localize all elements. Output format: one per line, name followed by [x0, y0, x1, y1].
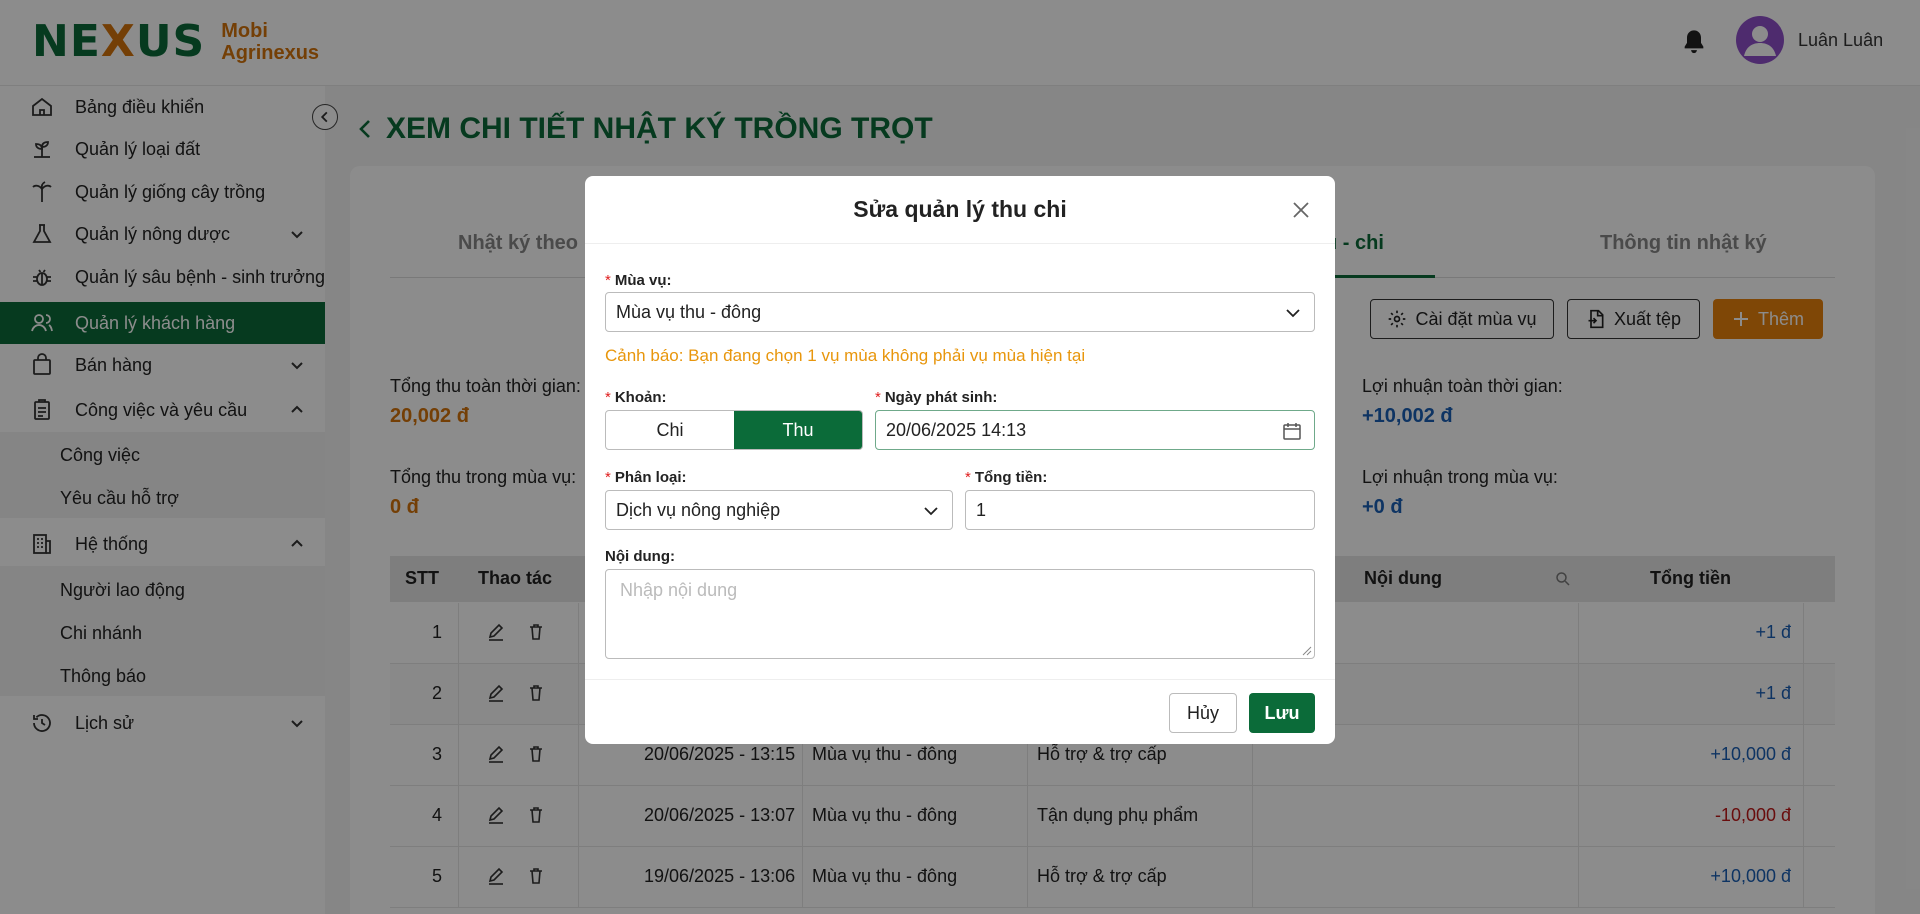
resize-handle-icon[interactable] — [1302, 646, 1312, 656]
cancel-button[interactable]: Hủy — [1169, 693, 1237, 733]
season-warning: Cảnh báo: Bạn đang chọn 1 vụ mùa không p… — [605, 346, 1086, 365]
type-label: * Khoản: — [605, 389, 667, 406]
content-textarea[interactable]: Nhập nội dung — [605, 569, 1315, 659]
date-picker[interactable]: 20/06/2025 14:13 — [875, 410, 1315, 450]
edit-income-expense-modal: Sửa quản lý thu chi * Mùa vụ: Mùa vụ thu … — [585, 176, 1335, 744]
season-select[interactable]: Mùa vụ thu - đông — [605, 292, 1315, 332]
content-label: Nội dung: — [605, 548, 675, 565]
amount-label: * Tổng tiền: — [965, 469, 1048, 486]
modal-header: Sửa quản lý thu chi — [585, 176, 1335, 244]
close-icon[interactable] — [1291, 200, 1311, 220]
type-option-income[interactable]: Thu — [734, 411, 862, 449]
chevron-down-icon — [924, 507, 938, 516]
category-select[interactable]: Dịch vụ nông nghiệp — [605, 490, 953, 530]
type-toggle: Chi Thu — [605, 410, 863, 450]
modal-title: Sửa quản lý thu chi — [853, 196, 1067, 222]
calendar-icon[interactable] — [1282, 421, 1302, 441]
type-option-expense[interactable]: Chi — [606, 411, 734, 449]
season-label: * Mùa vụ: — [605, 272, 672, 289]
modal-footer-divider — [585, 679, 1335, 680]
date-label: * Ngày phát sinh: — [875, 389, 998, 406]
chevron-down-icon — [1286, 309, 1300, 318]
category-label: * Phân loại: — [605, 469, 687, 486]
amount-input[interactable]: 1 — [965, 490, 1315, 530]
save-button[interactable]: Lưu — [1249, 693, 1315, 733]
